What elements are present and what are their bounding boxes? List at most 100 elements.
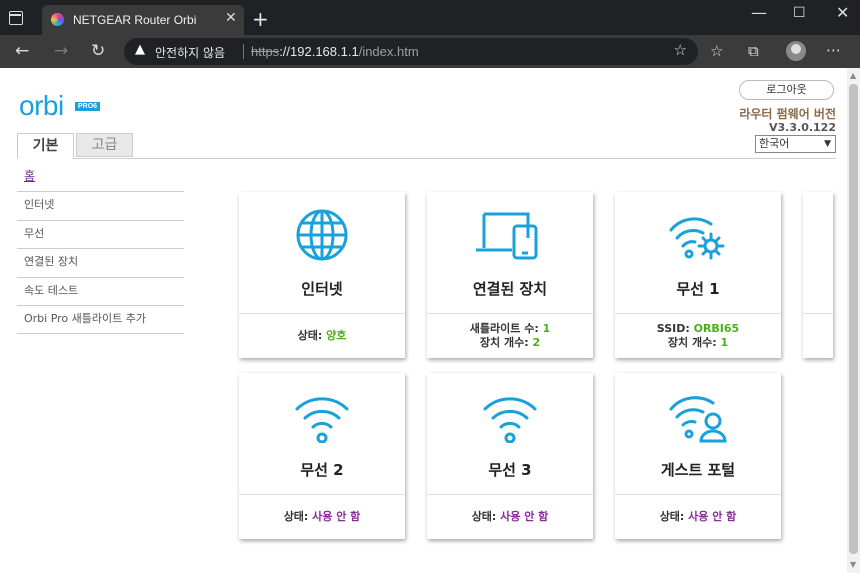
- page-scrollbar[interactable]: ▲ ▼: [847, 68, 860, 573]
- sidebar-item-connected-devices[interactable]: 연결된 장치: [17, 249, 184, 278]
- close-tab-icon[interactable]: ✕: [225, 10, 237, 26]
- url-text: https://192.168.1.1/index.htm: [251, 44, 419, 59]
- card-status: SSID: ORBI65 장치 개수: 1: [615, 322, 781, 350]
- tab-bar: NETGEAR Router Orbi ✕ + — ☐ ✕: [0, 0, 860, 35]
- globe-icon: [239, 208, 405, 266]
- favorites-icon[interactable]: ☆: [710, 42, 723, 60]
- browser-chrome: NETGEAR Router Orbi ✕ + — ☐ ✕ ← → ↻ ▲ 안전…: [0, 0, 860, 68]
- card-title: 무선 3: [488, 461, 532, 479]
- device-count: 장치 개수: 2: [427, 336, 593, 350]
- forward-arrow-icon[interactable]: →: [54, 41, 68, 61]
- chevron-down-icon: ▼: [824, 139, 831, 149]
- device-value: 1: [720, 336, 729, 349]
- satellite-count: 새틀라이트 수: 1: [427, 322, 593, 336]
- address-separator: [243, 44, 244, 59]
- ssid-value: ORBI65: [693, 322, 740, 335]
- address-bar[interactable]: ▲ 안전하지 않음 https://192.168.1.1/index.htm …: [124, 38, 698, 65]
- tab-actions-icon[interactable]: [9, 11, 23, 25]
- sidebar-item-internet[interactable]: 인터넷: [17, 192, 184, 221]
- satellite-value: 1: [542, 322, 551, 335]
- wifi-icon: [239, 389, 405, 447]
- logo-text: orbi: [19, 90, 64, 121]
- tab-basic[interactable]: 기본: [17, 133, 74, 159]
- card-divider: [615, 494, 781, 495]
- guest-wifi-icon: [615, 389, 781, 447]
- new-tab-icon[interactable]: +: [252, 7, 269, 31]
- url-host: ://192.168.1.1: [279, 44, 359, 59]
- router-page: orbi PRO6 로그아웃 라우터 펌웨어 버전 V3.3.0.122 한국어…: [0, 68, 847, 573]
- sidebar-item-home[interactable]: 홈: [17, 164, 184, 193]
- card-divider: [427, 494, 593, 495]
- warning-icon: ▲: [135, 42, 145, 57]
- language-select[interactable]: 한국어 ▼: [755, 135, 836, 153]
- sidebar-item-wireless[interactable]: 무선: [17, 221, 184, 250]
- collections-icon[interactable]: ⧉: [748, 42, 759, 60]
- card-title: 인터넷: [301, 280, 343, 298]
- ssid-row: SSID: ORBI65: [615, 322, 781, 336]
- status-label: 상태:: [297, 329, 327, 342]
- card-title: 연결된 장치: [472, 280, 548, 298]
- guest-portal-card[interactable]: 게스트 포털 상태: 사용 안 함: [615, 373, 781, 539]
- device-value: 2: [532, 336, 541, 349]
- wifi-icon: [427, 389, 593, 447]
- devices-icon: [427, 208, 593, 266]
- status-label: 상태:: [659, 510, 689, 523]
- logout-button[interactable]: 로그아웃: [739, 80, 834, 100]
- tab-divider: [74, 158, 836, 159]
- security-label: 안전하지 않음: [155, 46, 226, 60]
- profile-avatar[interactable]: [786, 41, 806, 61]
- device-label: 장치 개수:: [667, 336, 721, 349]
- orbi-logo: orbi PRO6: [19, 90, 101, 122]
- scrollbar-thumb[interactable]: [849, 84, 858, 554]
- sidebar-item-add-satellite[interactable]: Orbi Pro 새틀라이트 추가: [17, 306, 184, 335]
- card-title: 무선 1: [676, 280, 720, 298]
- card-title: 무선 2: [300, 461, 344, 479]
- internet-card[interactable]: 인터넷 상태: 양호: [239, 192, 405, 358]
- card-divider: [239, 494, 405, 495]
- scroll-down-icon[interactable]: ▼: [850, 560, 856, 569]
- status-label: 상태:: [471, 510, 501, 523]
- wireless-3-card[interactable]: 무선 3 상태: 사용 안 함: [427, 373, 593, 539]
- more-options-icon[interactable]: ⋯: [826, 41, 841, 59]
- sidebar-menu: 홈 인터넷 무선 연결된 장치 속도 테스트 Orbi Pro 새틀라이트 추가: [17, 164, 184, 335]
- browser-tab[interactable]: NETGEAR Router Orbi ✕: [42, 5, 244, 35]
- maximize-icon[interactable]: ☐: [793, 5, 806, 21]
- scroll-up-icon[interactable]: ▲: [850, 71, 856, 80]
- card-divider: [427, 313, 593, 314]
- card-status: 상태: 사용 안 함: [615, 510, 781, 524]
- back-arrow-icon[interactable]: ←: [15, 41, 29, 61]
- device-count: 장치 개수: 1: [615, 336, 781, 350]
- navigation-bar: ← → ↻ ▲ 안전하지 않음 https://192.168.1.1/inde…: [0, 35, 860, 68]
- card-status: 상태: 사용 안 함: [427, 510, 593, 524]
- card-divider: [803, 313, 833, 314]
- device-label: 장치 개수:: [479, 336, 533, 349]
- language-value: 한국어: [759, 137, 790, 150]
- tab-advanced[interactable]: 고급: [76, 133, 133, 157]
- minimize-icon[interactable]: —: [751, 3, 767, 22]
- firmware-version: V3.3.0.122: [769, 121, 836, 134]
- logo-badge: PRO6: [75, 102, 101, 111]
- status-value: 사용 안 함: [688, 510, 737, 523]
- card-status: 새틀라이트 수: 1 장치 개수: 2: [427, 322, 593, 350]
- firmware-label: 라우터 펌웨어 버전: [739, 107, 836, 121]
- card-divider: [615, 313, 781, 314]
- refresh-icon[interactable]: ↻: [91, 41, 105, 61]
- sidebar-item-speed-test[interactable]: 속도 테스트: [17, 278, 184, 306]
- partial-card[interactable]: [803, 192, 833, 358]
- connected-devices-card[interactable]: 연결된 장치 새틀라이트 수: 1 장치 개수: 2: [427, 192, 593, 358]
- url-path: /index.htm: [358, 44, 419, 59]
- card-divider: [239, 313, 405, 314]
- ssid-label: SSID:: [656, 322, 694, 335]
- tab-title: NETGEAR Router Orbi: [73, 13, 197, 27]
- status-value: 사용 안 함: [312, 510, 361, 523]
- card-title: 게스트 포털: [660, 461, 736, 479]
- card-status: 상태: 사용 안 함: [239, 510, 405, 524]
- wireless-2-card[interactable]: 무선 2 상태: 사용 안 함: [239, 373, 405, 539]
- add-favorite-icon[interactable]: ☆: [674, 41, 687, 59]
- close-window-icon[interactable]: ✕: [836, 3, 849, 22]
- netgear-favicon-icon: [51, 13, 64, 26]
- status-value: 양호: [326, 329, 347, 342]
- wireless-1-card[interactable]: 무선 1 SSID: ORBI65 장치 개수: 1: [615, 192, 781, 358]
- status-label: 상태:: [283, 510, 313, 523]
- wifi-settings-icon: [615, 208, 781, 266]
